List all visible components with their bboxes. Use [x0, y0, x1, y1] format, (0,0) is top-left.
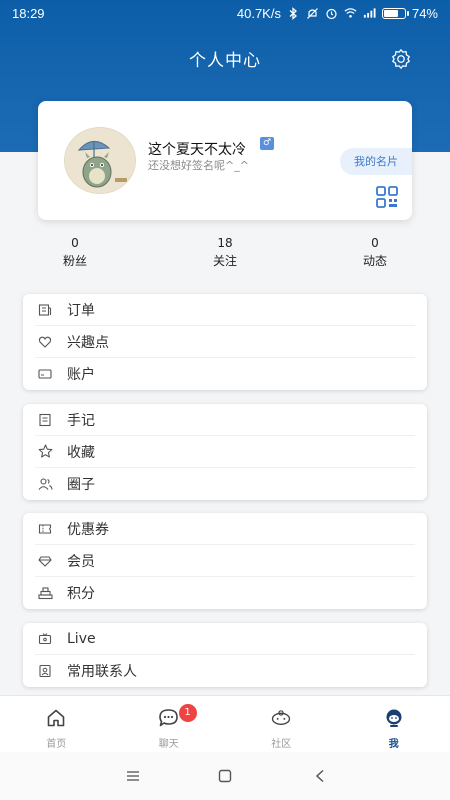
- signature: 还没想好签名呢^_^: [148, 159, 249, 172]
- network-speed: 40.7K/s: [236, 5, 281, 21]
- stat-fans[interactable]: 0 粉丝: [0, 236, 150, 272]
- unread-badge: 1: [178, 704, 197, 722]
- star-icon: [37, 444, 53, 460]
- menu-item-label: 订单: [67, 302, 95, 319]
- stat-value: 18: [217, 236, 233, 250]
- note-icon: [37, 412, 53, 428]
- status-time: 18:29: [12, 5, 45, 21]
- menu-item-label: 积分: [67, 586, 95, 602]
- home-icon: [45, 707, 67, 729]
- menu-item-label: 收藏: [67, 444, 95, 461]
- people-icon: [37, 476, 53, 492]
- page-title: 个人中心: [189, 51, 261, 71]
- menu-item-label: 账户: [67, 367, 95, 383]
- contact-icon: [37, 663, 53, 679]
- status-bar: 18:29 40.7K/s 74%: [0, 0, 450, 26]
- menu-icon[interactable]: [125, 768, 141, 784]
- menu-group-benefits: 优惠券 会员 积分: [23, 513, 427, 609]
- menu-item-favorites[interactable]: 收藏: [35, 436, 415, 468]
- profile-icon: [383, 707, 405, 729]
- menu-item-live[interactable]: Live: [35, 623, 415, 655]
- menu-group-orders: 订单 兴趣点 账户: [23, 294, 427, 390]
- wifi-icon: [344, 7, 357, 20]
- stat-value: 0: [71, 236, 79, 250]
- menu-item-notes[interactable]: 手记: [35, 404, 415, 436]
- menu-item-contacts[interactable]: 常用联系人: [35, 655, 415, 687]
- stats-row: 0 粉丝 18 关注 0 动态: [0, 236, 450, 272]
- points-icon: [37, 585, 53, 601]
- tv-icon: [37, 631, 53, 647]
- stat-posts[interactable]: 0 动态: [300, 236, 450, 272]
- tab-label: 社区: [271, 739, 292, 750]
- system-nav-bar: [0, 752, 450, 800]
- menu-item-interests[interactable]: 兴趣点: [35, 326, 415, 358]
- menu-item-label: 圈子: [67, 477, 95, 493]
- menu-item-label: 兴趣点: [67, 334, 109, 351]
- stat-label: 关注: [212, 254, 237, 268]
- order-icon: [37, 302, 53, 318]
- my-card-button[interactable]: 我的名片: [340, 148, 412, 175]
- back-icon[interactable]: [312, 768, 328, 784]
- menu-item-label: 会员: [67, 553, 95, 570]
- qr-code-icon[interactable]: [376, 186, 398, 208]
- chat-icon: [158, 707, 180, 729]
- tab-label: 我: [388, 739, 399, 750]
- menu-group-notes: 手记 收藏 圈子: [23, 404, 427, 500]
- bottom-tab-bar: 首页 1 聊天 社区 我: [0, 695, 450, 752]
- menu-item-label: 常用联系人: [67, 664, 137, 680]
- menu-item-points[interactable]: 积分: [35, 577, 415, 609]
- battery-icon: [381, 7, 409, 19]
- home-button-icon[interactable]: [217, 768, 233, 784]
- menu-item-orders[interactable]: 订单: [35, 294, 415, 326]
- battery-fill: [383, 9, 398, 17]
- gender-badge: ♂: [260, 137, 274, 150]
- menu-item-coupons[interactable]: 优惠券: [35, 513, 415, 545]
- stat-label: 粉丝: [62, 254, 87, 268]
- community-icon: [270, 707, 292, 729]
- bluetooth-icon: [287, 6, 300, 20]
- alarm-icon: [325, 7, 338, 20]
- stat-label: 动态: [362, 254, 387, 268]
- tab-chat[interactable]: 1 聊天: [113, 696, 226, 752]
- mute-icon: [306, 7, 319, 20]
- nickname: 这个夏天不太冷: [148, 142, 246, 158]
- stat-value: 0: [371, 236, 379, 250]
- tab-label: 首页: [46, 739, 67, 750]
- gear-icon[interactable]: [388, 46, 414, 72]
- menu-item-label: Live: [67, 630, 96, 647]
- tab-home[interactable]: 首页: [0, 696, 113, 752]
- menu-group-live: Live 常用联系人: [23, 623, 427, 687]
- coupon-icon: [37, 521, 53, 537]
- card-icon: [37, 366, 53, 382]
- menu-item-membership[interactable]: 会员: [35, 545, 415, 577]
- diamond-icon: [37, 553, 53, 569]
- tab-me[interactable]: 我: [338, 696, 450, 752]
- heart-icon: [37, 334, 53, 350]
- tab-community[interactable]: 社区: [225, 696, 338, 752]
- battery-percent: 74%: [411, 5, 438, 21]
- profile-card: 这个夏天不太冷 ♂ 还没想好签名呢^_^ 我的名片: [38, 101, 412, 220]
- tab-label: 聊天: [158, 739, 179, 750]
- menu-item-label: 优惠券: [67, 521, 109, 538]
- avatar[interactable]: [64, 127, 136, 194]
- stat-following[interactable]: 18 关注: [150, 236, 300, 272]
- signal-icon: [363, 7, 376, 20]
- menu-item-label: 手记: [67, 412, 95, 429]
- menu-item-account[interactable]: 账户: [35, 358, 415, 390]
- menu-item-circles[interactable]: 圈子: [35, 468, 415, 500]
